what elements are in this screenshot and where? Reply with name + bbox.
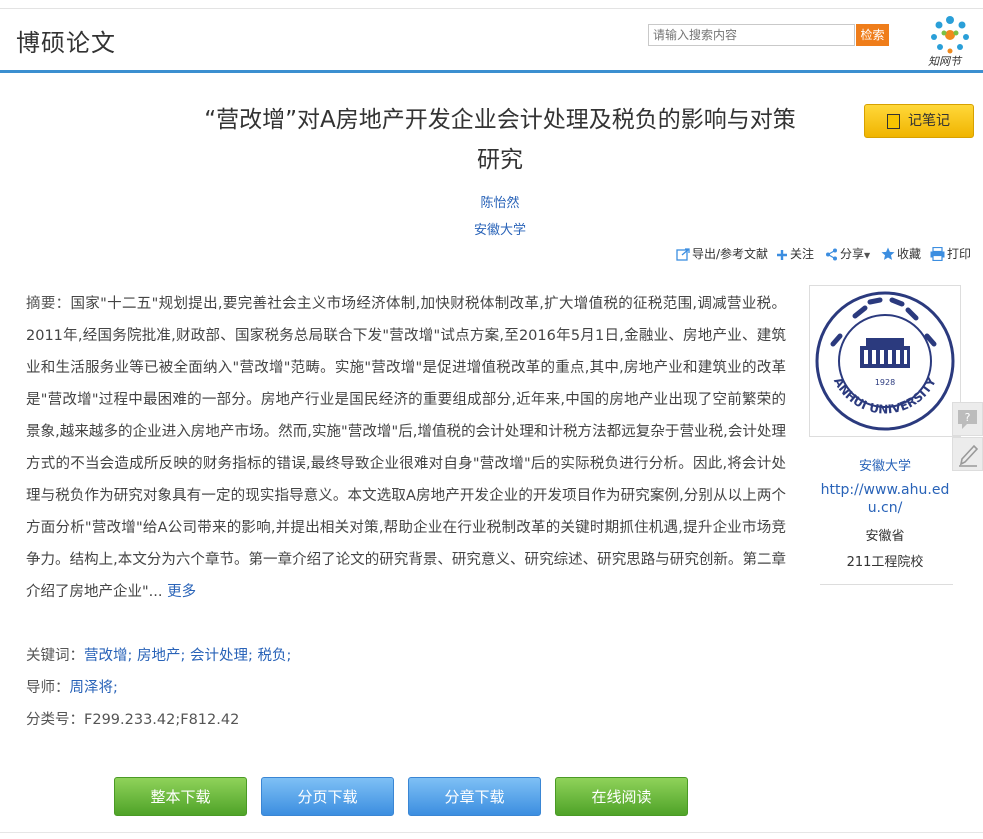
take-note-button[interactable]: 记笔记 <box>864 104 974 138</box>
speech-bubble-icon: ? <box>958 410 977 429</box>
keywords-row: 关键词：营改增; 房地产; 会计处理; 税负; <box>26 644 291 665</box>
pencil-icon <box>959 444 979 467</box>
follow-button[interactable]: 关注 <box>776 246 814 262</box>
feedback-button[interactable]: ? <box>952 402 983 436</box>
seal-year: 1928 <box>875 378 895 387</box>
bottom-divider <box>0 832 983 833</box>
abstract-text: 国家"十二五"规划提出,要完善社会主义市场经济体制,加快财税体制改革,扩大增值税… <box>26 296 786 600</box>
abstract: 摘要：国家"十二五"规划提出,要完善社会主义市场经济体制,加快财税体制改革,扩大… <box>26 288 786 608</box>
share-button[interactable]: 分享▼ <box>825 246 870 262</box>
print-label: 打印 <box>947 247 972 261</box>
edit-button[interactable] <box>952 437 983 471</box>
share-label: 分享 <box>840 247 865 261</box>
chapter-download-button[interactable]: 分章下载 <box>408 777 541 816</box>
paper-title: “营改增”对A房地产开发企业会计处理及税负的影响与对策 研究 <box>160 100 840 180</box>
print-button[interactable]: 打印 <box>930 246 971 262</box>
page-download-button[interactable]: 分页下载 <box>261 777 394 816</box>
abstract-label: 摘要： <box>26 296 71 312</box>
brand-title[interactable]: 博硕论文 <box>16 23 116 58</box>
full-download-button[interactable]: 整本下载 <box>114 777 247 816</box>
search-input[interactable] <box>648 24 855 46</box>
svg-text:?: ? <box>965 411 971 424</box>
export-button[interactable]: 导出/参考文献 <box>676 246 768 262</box>
institution-link[interactable]: 安徽大学 <box>0 219 983 238</box>
paper-title-line2: 研究 <box>477 147 523 173</box>
classification-row: 分类号：F299.233.42;F812.42 <box>26 708 239 729</box>
advisor-label: 导师： <box>26 680 70 696</box>
university-seal[interactable]: 1928 ANHUI UNIVERSITY <box>809 285 961 437</box>
paper-title-line1: “营改增”对A房地产开发企业会计处理及税负的影响与对策 <box>204 107 796 133</box>
take-note-label: 记笔记 <box>908 113 950 129</box>
advisor-row: 导师：周泽将; <box>26 676 118 697</box>
favorite-button[interactable]: 收藏 <box>881 246 921 262</box>
printer-icon <box>930 247 945 261</box>
university-type: 211工程院校 <box>846 555 924 570</box>
header: 博硕论文 检索 知网节 <box>0 9 983 73</box>
sidebar-divider <box>820 584 953 585</box>
university-url-link[interactable]: http://www.ahu.edu.cn/ <box>815 481 955 517</box>
classification-value: F299.233.42;F812.42 <box>84 712 240 728</box>
favorite-label: 收藏 <box>897 247 922 261</box>
classification-label: 分类号： <box>26 712 84 728</box>
keyword-link[interactable]: 营改增; <box>84 648 132 664</box>
more-link[interactable]: 更多 <box>167 584 196 600</box>
search-button[interactable]: 检索 <box>856 24 889 46</box>
advisor-link[interactable]: 周泽将; <box>70 680 118 696</box>
export-label: 导出/参考文献 <box>692 247 769 261</box>
university-seal-icon: 1928 ANHUI UNIVERSITY <box>815 291 955 431</box>
notebook-icon <box>887 114 900 129</box>
keyword-link[interactable]: 会计处理; <box>190 648 253 664</box>
keywords-label: 关键词： <box>26 648 84 664</box>
keyword-link[interactable]: 房地产; <box>137 648 185 664</box>
plus-icon <box>777 250 787 260</box>
university-name-link[interactable]: 安徽大学 <box>809 455 961 474</box>
university-province: 安徽省 <box>865 529 905 544</box>
author-link[interactable]: 陈怡然 <box>0 192 983 211</box>
share-icon <box>826 248 837 261</box>
keyword-link[interactable]: 税负; <box>258 648 292 664</box>
star-icon <box>881 247 895 260</box>
export-icon <box>676 248 690 261</box>
caret-down-icon: ▼ <box>864 251 871 260</box>
online-read-button[interactable]: 在线阅读 <box>555 777 688 816</box>
follow-label: 关注 <box>790 247 815 261</box>
logo-text: 知网节 <box>928 55 961 68</box>
